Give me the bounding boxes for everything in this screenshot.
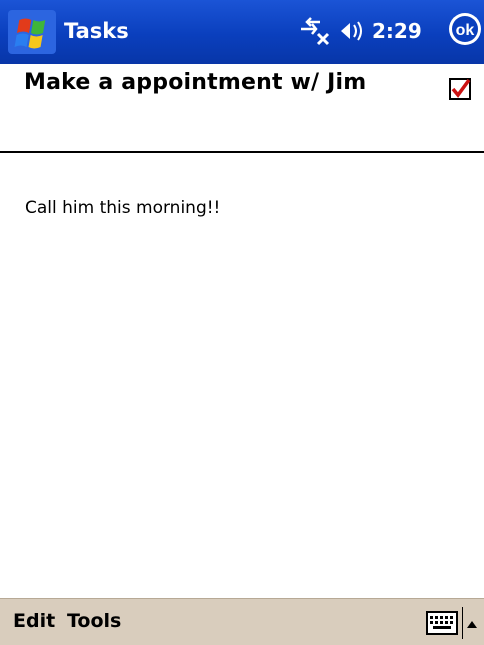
menu-bar: Edit Tools xyxy=(0,598,484,645)
ok-label: ok xyxy=(456,22,475,39)
title-bar: Tasks 2:29 ok xyxy=(0,0,484,64)
task-subject-row: Make a appointment w/ Jim xyxy=(0,64,484,153)
windows-flag-icon[interactable] xyxy=(8,10,56,54)
task-subject[interactable]: Make a appointment w/ Jim xyxy=(24,70,366,95)
status-area: 2:29 xyxy=(298,16,422,46)
sip-separator xyxy=(462,607,463,639)
arrow-up-icon[interactable] xyxy=(466,615,478,628)
task-notes-area[interactable]: Call him this morning!! xyxy=(0,153,484,598)
volume-icon[interactable] xyxy=(338,17,366,45)
clock[interactable]: 2:29 xyxy=(372,19,422,43)
menu-tools[interactable]: Tools xyxy=(67,610,121,632)
app-title: Tasks xyxy=(64,19,129,43)
menu-edit[interactable]: Edit xyxy=(13,610,55,632)
ok-button[interactable]: ok xyxy=(448,12,482,46)
task-note-text[interactable]: Call him this morning!! xyxy=(25,198,220,218)
complete-checkbox[interactable] xyxy=(449,78,471,100)
connectivity-icon[interactable] xyxy=(298,16,332,46)
pocketpc-screen: Tasks 2:29 ok Make a appointment w/ Jim … xyxy=(0,0,484,645)
keyboard-icon[interactable] xyxy=(426,611,458,635)
